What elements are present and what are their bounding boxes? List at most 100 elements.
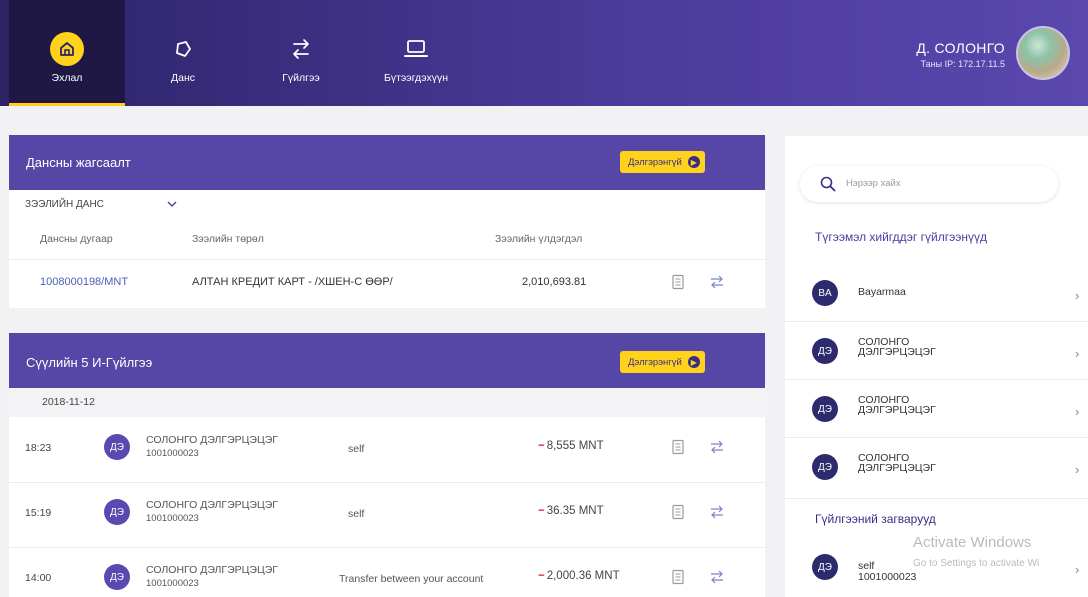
divider xyxy=(9,547,765,548)
search-icon xyxy=(820,176,836,192)
top-navigation: Эхлал Данс Гүйлгээ Бүтээгдэхүүн Д. СОЛОН… xyxy=(0,0,1088,106)
accounts-card: Дансны жагсаалт Дэлгэрэнгүй ▶ ЗЭЭЛИЙН ДА… xyxy=(9,135,765,308)
transaction-time: 18:23 xyxy=(25,442,52,454)
home-icon xyxy=(50,32,84,66)
nav-item-account[interactable]: Данс xyxy=(158,0,208,106)
frequent-name-line2: ДЭЛГЭРЦЭЦЭГ xyxy=(858,404,936,416)
laptop-icon xyxy=(404,40,428,57)
transaction-description: self xyxy=(348,508,365,520)
account-number-link[interactable]: 1008000198/MNT xyxy=(40,276,128,288)
transfer-icon[interactable] xyxy=(709,439,725,455)
recent-more-button[interactable]: Дэлгэрэнгүй ▶ xyxy=(620,351,705,373)
search-input[interactable]: Нэрээр хайх xyxy=(800,166,1058,202)
frequent-item[interactable]: ДЭ СОЛОНГО ДЭЛГЭРЦЭЦЭГ › xyxy=(785,380,1088,437)
transaction-name: СОЛОНГО ДЭЛГЭРЦЭЦЭГ xyxy=(146,434,278,446)
transaction-row[interactable]: 18:23 ДЭ СОЛОНГО ДЭЛГЭРЦЭЦЭГ 1001000023 … xyxy=(9,421,765,474)
right-panel: Нэрээр хайх Түгээмэл хийгддэг гүйлгээнүү… xyxy=(785,136,1088,597)
nav-item-home[interactable]: Эхлал xyxy=(9,0,125,106)
transaction-amount-value: 2,000.36 MNT xyxy=(546,570,620,582)
chevron-right-icon: › xyxy=(1075,288,1080,303)
transaction-account: 1001000023 xyxy=(146,513,199,524)
frequent-item[interactable]: ДЭ СОЛОНГО ДЭЛГЭРЦЭЦЭГ › xyxy=(785,322,1088,379)
document-icon[interactable] xyxy=(671,439,685,455)
transaction-time: 14:00 xyxy=(25,572,52,584)
document-icon[interactable] xyxy=(671,569,685,585)
accounts-title: Дансны жагсаалт xyxy=(26,155,131,170)
nav-transactions-label: Гүйлгээ xyxy=(282,72,320,84)
transaction-time: 15:19 xyxy=(25,507,52,519)
loan-balance: 2,010,693.81 xyxy=(522,276,587,288)
windows-watermark-title: Activate Windows xyxy=(913,534,1032,551)
user-info[interactable]: Д. СОЛОНГО Таны IP: 172.17.11.5 xyxy=(916,40,1005,69)
frequent-item[interactable]: ДЭ СОЛОНГО ДЭЛГЭРЦЭЦЭГ › xyxy=(785,438,1088,495)
chevron-right-icon: › xyxy=(1075,562,1080,577)
user-name: Д. СОЛОНГО xyxy=(916,40,1005,56)
recent-more-label: Дэлгэрэнгүй xyxy=(628,356,682,368)
transaction-row[interactable]: 14:00 ДЭ СОЛОНГО ДЭЛГЭРЦЭЦЭГ 1001000023 … xyxy=(9,551,765,597)
transaction-amount-value: 8,555 MNT xyxy=(546,440,604,452)
column-loan-type: Зээлийн төрөл xyxy=(192,233,264,245)
chevron-right-icon: › xyxy=(1075,462,1080,477)
avatar[interactable] xyxy=(1016,26,1070,80)
avatar-badge: ДЭ xyxy=(104,564,130,590)
document-icon[interactable] xyxy=(671,274,685,290)
avatar-badge: ДЭ xyxy=(104,499,130,525)
transaction-account: 1001000023 xyxy=(146,578,199,589)
templates-title: Гүйлгээний загварууд xyxy=(815,512,936,526)
windows-watermark-subtitle: Go to Settings to activate Wi xyxy=(913,558,1040,569)
recent-title: Сүүлийн 5 И-Гүйлгээ xyxy=(26,355,153,370)
search-placeholder: Нэрээр хайх xyxy=(846,178,901,189)
chevron-down-icon[interactable] xyxy=(166,199,178,209)
transaction-row[interactable]: 15:19 ДЭ СОЛОНГО ДЭЛГЭРЦЭЦЭГ 1001000023 … xyxy=(9,486,765,539)
avatar-badge: ДЭ xyxy=(812,396,838,422)
chevron-right-icon: › xyxy=(1075,404,1080,419)
arrow-right-icon: ▶ xyxy=(687,356,700,368)
column-account-number: Дансны дугаар xyxy=(40,233,113,245)
transaction-amount-value: 36.35 MNT xyxy=(546,505,604,517)
account-row[interactable]: 1008000198/MNT АЛТАН КРЕДИТ КАРТ - /ХШЕН… xyxy=(9,260,765,305)
divider xyxy=(9,482,765,483)
account-type-filter[interactable]: ЗЭЭЛИЙН ДАНС xyxy=(25,199,104,210)
avatar-badge: ДЭ xyxy=(104,434,130,460)
transaction-amount: −2,000.36 MNT xyxy=(538,570,620,582)
column-loan-balance: Зээлийн үлдэгдэл xyxy=(495,233,583,245)
recent-transactions-card: Сүүлийн 5 И-Гүйлгээ Дэлгэрэнгүй ▶ 2018-1… xyxy=(9,333,765,597)
accounts-more-button[interactable]: Дэлгэрэнгүй ▶ xyxy=(620,151,705,173)
account-type-filter-value: ЗЭЭЛИЙН ДАНС xyxy=(25,199,104,210)
transfer-icon[interactable] xyxy=(709,504,725,520)
chevron-right-icon: › xyxy=(1075,346,1080,361)
nav-account-label: Данс xyxy=(171,72,195,84)
date-group-header: 2018-11-12 xyxy=(9,388,765,417)
arrow-right-icon: ▶ xyxy=(687,156,700,168)
frequent-name: Bayarmaa xyxy=(858,286,906,298)
avatar-badge: ДЭ xyxy=(812,454,838,480)
avatar-badge: BA xyxy=(812,280,838,306)
accounts-card-header: Дансны жагсаалт Дэлгэрэнгүй ▶ xyxy=(9,135,765,190)
document-icon[interactable] xyxy=(671,504,685,520)
transfer-icon[interactable] xyxy=(709,569,725,585)
recent-card-header: Сүүлийн 5 И-Гүйлгээ Дэлгэрэнгүй ▶ xyxy=(9,333,765,388)
transaction-description: Transfer between your account xyxy=(339,573,484,585)
transaction-amount: −36.35 MNT xyxy=(538,505,604,517)
accounts-more-label: Дэлгэрэнгүй xyxy=(628,156,682,168)
active-tab-indicator xyxy=(9,103,125,106)
template-account: 1001000023 xyxy=(858,571,917,583)
transfer-icon xyxy=(293,39,309,59)
divider xyxy=(785,498,1088,499)
nav-item-transactions[interactable]: Гүйлгээ xyxy=(272,0,330,106)
loan-type: АЛТАН КРЕДИТ КАРТ - /ХШЕН-С ӨӨР/ xyxy=(192,276,393,288)
frequent-item[interactable]: BA Bayarmaa › xyxy=(785,264,1088,321)
transaction-description: self xyxy=(348,443,365,455)
nav-products-label: Бүтээгдэхүүн xyxy=(383,72,449,84)
nav-item-products[interactable]: Бүтээгдэхүүн xyxy=(370,0,462,106)
transaction-name: СОЛОНГО ДЭЛГЭРЦЭЦЭГ xyxy=(146,499,278,511)
transaction-account: 1001000023 xyxy=(146,448,199,459)
avatar-badge: ДЭ xyxy=(812,554,838,580)
user-ip: Таны IP: 172.17.11.5 xyxy=(920,59,1005,69)
avatar-badge: ДЭ xyxy=(812,338,838,364)
account-icon xyxy=(176,41,191,57)
transfer-icon[interactable] xyxy=(709,274,725,290)
transaction-name: СОЛОНГО ДЭЛГЭРЦЭЦЭГ xyxy=(146,564,278,576)
frequent-name-line2: ДЭЛГЭРЦЭЦЭГ xyxy=(858,346,936,358)
transaction-amount: −8,555 MNT xyxy=(538,440,604,452)
